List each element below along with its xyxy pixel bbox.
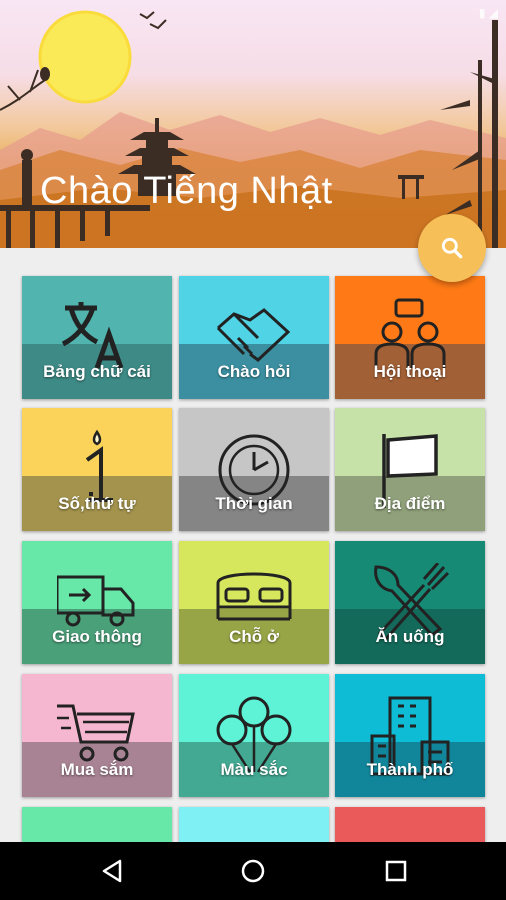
category-tile[interactable]: Màu sắc (179, 674, 329, 797)
home-icon[interactable] (237, 855, 269, 887)
tile-label: Bảng chữ cái (43, 362, 151, 381)
back-icon[interactable] (96, 855, 128, 887)
category-tile[interactable]: Thời gian (179, 408, 329, 531)
tile-top (22, 807, 172, 842)
search-icon (441, 237, 463, 259)
tile-label: Hội thoại (373, 362, 447, 381)
category-tile[interactable] (335, 807, 485, 842)
category-tile[interactable]: Chào hỏi (179, 276, 329, 399)
tile-label: Chỗ ở (229, 627, 279, 646)
category-tile[interactable]: Bảng chữ cái (22, 276, 172, 399)
recents-icon[interactable] (380, 855, 412, 887)
tile-label: Ăn uống (375, 627, 445, 646)
tile-label: Thời gian (215, 494, 293, 513)
tile-label: Màu sắc (220, 760, 288, 779)
tile-label: Giao thông (52, 627, 142, 646)
category-tile[interactable]: Mua sắm (22, 674, 172, 797)
category-tile[interactable]: Địa điểm (335, 408, 485, 531)
category-tile[interactable]: Số,thứ tự (22, 408, 172, 531)
category-tile[interactable]: Giao thông (22, 541, 172, 664)
system-navigation-bar (0, 842, 506, 900)
tile-label: Chào hỏi (217, 362, 291, 381)
category-tile[interactable]: Chỗ ở (179, 541, 329, 664)
tile-top (335, 807, 485, 842)
category-tile[interactable] (179, 807, 329, 842)
tile-label: Thành phố (366, 760, 454, 779)
header-banner: ▮ ◢ Chào Tiếng Nhật (0, 0, 506, 248)
tile-label: Mua sắm (60, 760, 134, 779)
category-tile[interactable]: Thành phố (335, 674, 485, 797)
tile-label: Địa điểm (374, 494, 446, 513)
app-title: Chào Tiếng Nhật (40, 170, 333, 212)
tile-label: Số,thứ tự (58, 494, 136, 513)
tile-top (179, 807, 329, 842)
search-button[interactable] (418, 214, 486, 282)
category-tile[interactable] (22, 807, 172, 842)
category-grid: Bảng chữ cái Chào hỏi Hội thoại Số,thứ t… (0, 248, 506, 842)
category-tile[interactable]: Ăn uống (335, 541, 485, 664)
status-bar-icons: ▮ ◢ (478, 6, 498, 20)
category-tile[interactable]: Hội thoại (335, 276, 485, 399)
